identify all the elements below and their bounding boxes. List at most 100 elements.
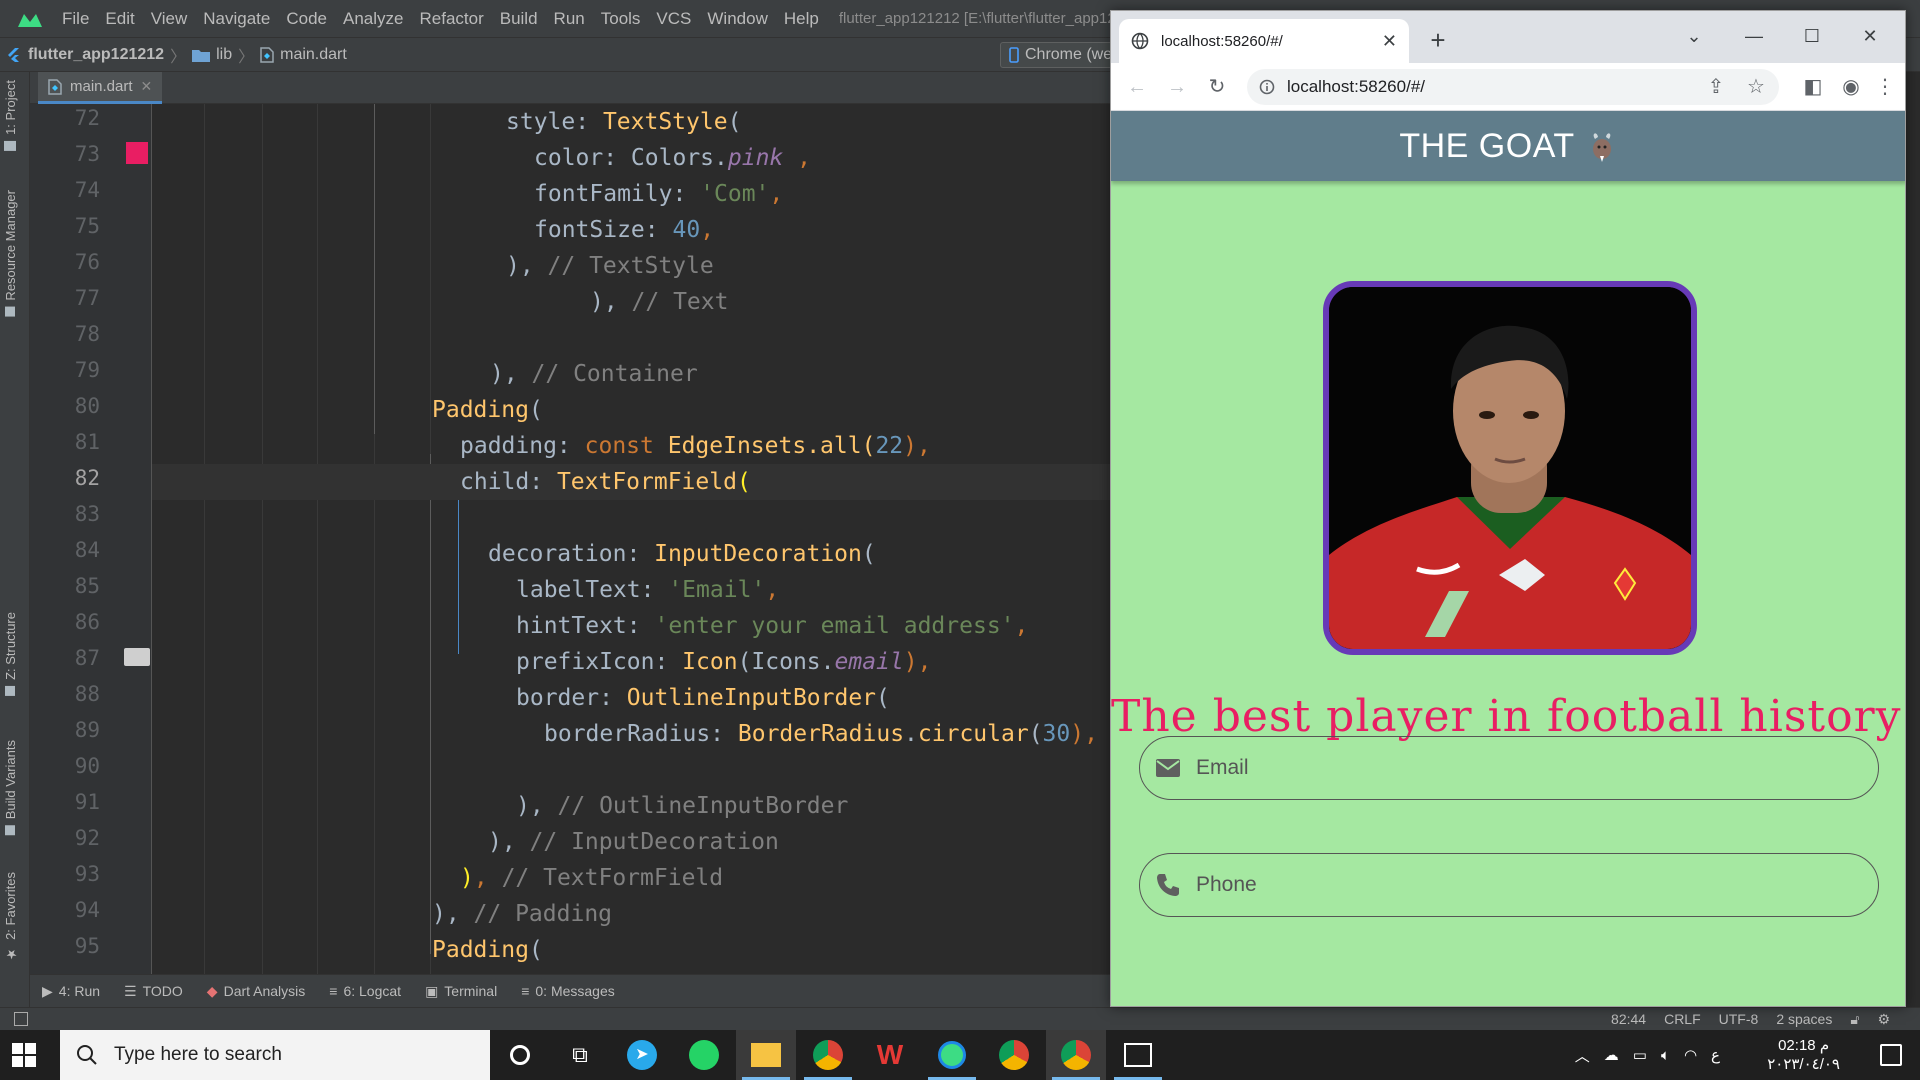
chrome-icon[interactable]	[984, 1030, 1044, 1080]
telegram-icon[interactable]: ➤	[612, 1030, 672, 1080]
project-tool-tab[interactable]: 1: Project	[3, 80, 18, 151]
input-language[interactable]: ع	[1711, 1046, 1720, 1064]
file-explorer-icon[interactable]	[736, 1030, 796, 1080]
chrome-active-icon[interactable]	[1046, 1030, 1106, 1080]
back-arrow-icon[interactable]: ←	[1123, 73, 1151, 101]
email-field[interactable]: Email	[1139, 736, 1879, 800]
menu-analyze[interactable]: Analyze	[335, 9, 411, 29]
messages-button[interactable]: ≡ 0: Messages	[509, 983, 627, 999]
folder-icon	[192, 49, 211, 62]
favorites-tab[interactable]: ★ 2: Favorites	[3, 872, 18, 961]
tab-search-icon[interactable]: ⌄	[1679, 23, 1709, 49]
code-line-86: hintText: 'enter your email address',	[152, 608, 1110, 644]
notification-center-icon[interactable]	[1880, 1044, 1902, 1066]
code-text: // OutlineInputBorder	[557, 793, 849, 819]
new-tab-button[interactable]: +	[1423, 25, 1453, 55]
menu-run[interactable]: Run	[546, 9, 593, 29]
build-variants-tab[interactable]: Build Variants	[3, 740, 18, 836]
taskbar-search-box[interactable]: Type here to search	[60, 1030, 490, 1080]
cortana-icon[interactable]	[490, 1030, 550, 1080]
code-line-81: padding: const EdgeInsets.all(22),	[152, 428, 1110, 464]
code-line-85: labelText: 'Email',	[152, 572, 1110, 608]
code-text: 22	[875, 433, 904, 459]
caret-position[interactable]: 82:44	[1611, 1011, 1646, 1028]
menu-edit[interactable]: Edit	[97, 9, 142, 29]
code-text: 'enter your email address'	[654, 613, 1015, 639]
logcat-button[interactable]: ≡ 6: Logcat	[317, 983, 413, 999]
menu-help[interactable]: Help	[776, 9, 827, 29]
menu-view[interactable]: View	[143, 9, 196, 29]
more-menu-icon[interactable]: ⋮	[1871, 73, 1899, 101]
file-encoding[interactable]: UTF-8	[1719, 1011, 1759, 1028]
taskbar-clock[interactable]: 02:18 م ٢٠٢٣/٠٤/٠٩	[1767, 1036, 1840, 1074]
email-icon-preview	[124, 648, 150, 666]
battery-icon[interactable]: ▭	[1633, 1046, 1647, 1064]
code-text: ),	[903, 649, 932, 675]
menu-refactor[interactable]: Refactor	[411, 9, 491, 29]
email-icon	[1156, 759, 1180, 777]
wps-office-icon[interactable]: W	[860, 1030, 920, 1080]
browser-tab-localhost[interactable]: localhost:58260/#/ ✕	[1119, 19, 1409, 63]
wifi-icon[interactable]: ◠	[1684, 1046, 1697, 1064]
chevron-up-icon[interactable]: ︿	[1575, 1045, 1590, 1066]
dart-analysis-icon: ◆	[206, 982, 218, 999]
reload-icon[interactable]: ↻	[1203, 73, 1231, 101]
terminal-button[interactable]: ▣ Terminal	[413, 983, 509, 1000]
android-studio-icon[interactable]	[922, 1030, 982, 1080]
code-text: (	[861, 541, 876, 567]
resource-manager-tab[interactable]: Resource Manager	[3, 190, 18, 317]
todo-tool-button[interactable]: ☰ TODO	[112, 983, 195, 1000]
chrome-profile-icon[interactable]	[798, 1030, 858, 1080]
menu-tools[interactable]: Tools	[593, 9, 649, 29]
bottom-tool-window-bar: ▶ 4: Run ☰ TODO ◆ Dart Analysis ≡ 6: Logcat …	[30, 974, 1110, 1007]
code-text: prefixIcon:	[516, 649, 683, 675]
share-icon[interactable]: ⇪	[1703, 73, 1729, 101]
event-log-icon[interactable]: ⚙︎	[1877, 1011, 1890, 1028]
lock-icon[interactable]: 🔓︎	[1850, 1011, 1859, 1028]
forward-arrow-icon[interactable]: →	[1163, 73, 1191, 101]
indent-setting[interactable]: 2 spaces	[1776, 1011, 1832, 1028]
close-tab-icon[interactable]: ✕	[1382, 31, 1397, 52]
code-text: ,	[700, 217, 715, 243]
breadcrumb-file[interactable]: main.dart	[254, 46, 353, 64]
menu-build[interactable]: Build	[492, 9, 546, 29]
device-selector[interactable]: Chrome (we	[1000, 42, 1124, 68]
line-separator[interactable]: CRLF	[1664, 1011, 1701, 1028]
bookmark-star-icon[interactable]: ☆	[1743, 73, 1769, 101]
photos-icon[interactable]	[1108, 1030, 1168, 1080]
toggle-tool-windows-icon[interactable]	[14, 1012, 28, 1026]
profile-avatar-icon[interactable]: ◉	[1837, 73, 1865, 101]
color-swatch-icon[interactable]	[126, 142, 148, 164]
whatsapp-icon[interactable]	[674, 1030, 734, 1080]
side-panel-icon[interactable]: ◧	[1799, 73, 1827, 101]
tab-main-dart[interactable]: main.dart ✕	[38, 72, 163, 104]
code-text: ,	[769, 181, 784, 207]
maximize-icon[interactable]: ☐	[1797, 23, 1827, 49]
dart-analysis-button[interactable]: ◆ Dart Analysis	[195, 983, 317, 1000]
volume-icon[interactable]: 🔈︎	[1661, 1047, 1670, 1064]
code-text: // InputDecoration	[529, 829, 779, 855]
menu-vcs[interactable]: VCS	[648, 9, 699, 29]
minimize-icon[interactable]: —	[1739, 23, 1769, 49]
menu-navigate[interactable]: Navigate	[195, 9, 278, 29]
breadcrumb-project[interactable]: flutter_app121212	[0, 46, 170, 64]
close-window-icon[interactable]: ✕	[1855, 23, 1885, 49]
menu-code[interactable]: Code	[278, 9, 335, 29]
code-editor[interactable]: style: TextStyle( color: Colors.pink , f…	[152, 104, 1110, 974]
left-tool-strip: 1: Project Resource Manager Z: Structure…	[0, 72, 30, 1007]
address-bar[interactable]: localhost:58260/#/ ⇪ ☆	[1247, 69, 1779, 105]
menu-window[interactable]: Window	[699, 9, 775, 29]
menu-file[interactable]: File	[54, 9, 97, 29]
phone-field[interactable]: Phone	[1139, 853, 1879, 917]
site-info-icon[interactable]	[1259, 79, 1275, 95]
onedrive-cloud-icon[interactable]: ☁	[1604, 1046, 1619, 1064]
run-tool-button[interactable]: ▶ 4: Run	[30, 983, 112, 1000]
code-text: // Container	[531, 361, 698, 387]
code-text: circular	[917, 721, 1029, 747]
breadcrumb-folder[interactable]: lib	[186, 46, 238, 64]
close-tab-icon[interactable]: ✕	[141, 78, 153, 95]
project-tool-label: 1: Project	[3, 80, 18, 135]
windows-start-icon[interactable]	[12, 1043, 36, 1067]
task-view-icon[interactable]: ⧉	[550, 1030, 610, 1080]
structure-tool-tab[interactable]: Z: Structure	[3, 612, 18, 696]
